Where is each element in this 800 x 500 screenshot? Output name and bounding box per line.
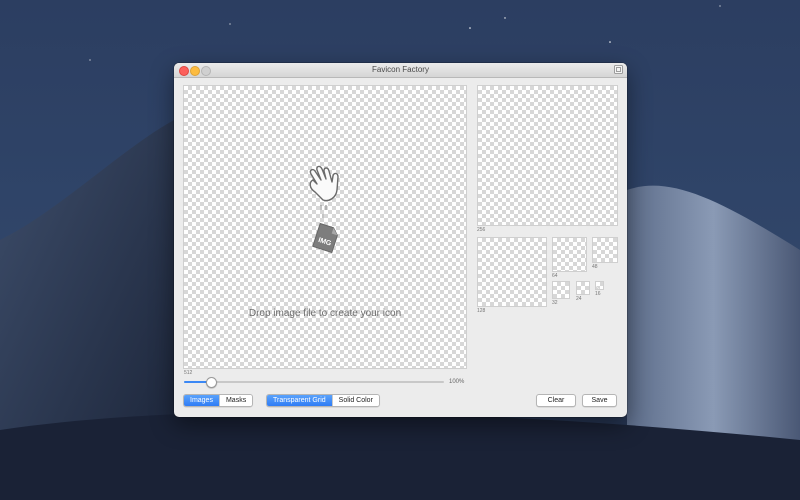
canvas-size-label: 512 xyxy=(184,370,193,376)
segment-masks[interactable]: Masks xyxy=(218,395,253,406)
background-segmented-control[interactable]: Transparent Grid Solid Color xyxy=(266,394,380,407)
zoom-slider-knob[interactable] xyxy=(205,377,217,388)
segment-images[interactable]: Images xyxy=(184,395,219,406)
preview-64 xyxy=(552,237,587,272)
preview-48 xyxy=(592,237,618,263)
preview-size-label-24: 24 xyxy=(576,296,582,302)
preview-size-label-64: 64 xyxy=(552,273,558,279)
fullscreen-icon[interactable] xyxy=(614,65,623,74)
segment-transparent-grid[interactable]: Transparent Grid xyxy=(267,395,332,406)
zoom-value-label: 100% xyxy=(449,379,465,385)
drop-instruction-text: Drop image file to create your icon xyxy=(248,308,402,319)
zoom-slider[interactable] xyxy=(184,381,444,383)
preview-size-label-16: 16 xyxy=(595,291,601,297)
save-button[interactable]: Save xyxy=(582,394,617,407)
title-bar[interactable]: Favicon Factory xyxy=(174,63,627,78)
preview-128 xyxy=(477,237,547,307)
app-window: Favicon Factory IMG Drop image file to c… xyxy=(174,63,627,417)
segment-solid-color[interactable]: Solid Color xyxy=(331,395,379,406)
preview-size-label-48: 48 xyxy=(592,264,598,270)
mode-segmented-control[interactable]: Images Masks xyxy=(183,394,254,407)
preview-size-label-128: 128 xyxy=(477,308,486,314)
preview-24 xyxy=(576,281,590,295)
clear-button[interactable]: Clear xyxy=(536,394,576,407)
preview-size-label-32: 32 xyxy=(552,300,558,306)
preview-16 xyxy=(595,281,604,290)
preview-size-label-256: 256 xyxy=(477,227,486,233)
preview-32 xyxy=(552,281,570,299)
image-file-icon: IMG xyxy=(312,222,338,254)
preview-256 xyxy=(477,85,618,226)
window-title: Favicon Factory xyxy=(372,65,429,74)
image-drop-area[interactable]: IMG Drop image file to create your icon xyxy=(183,85,467,369)
